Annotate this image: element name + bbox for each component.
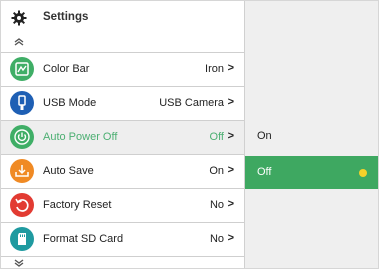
menu-item-factory-reset[interactable]: Factory Reset No > <box>1 188 244 222</box>
sd-card-icon <box>10 227 34 251</box>
menu-item-label: Color Bar <box>43 63 90 75</box>
settings-header: Settings <box>1 1 244 34</box>
menu-item-auto-save[interactable]: Auto Save On > <box>1 154 244 188</box>
divider <box>1 256 244 257</box>
chevron-right-icon: > <box>227 130 234 142</box>
menu-item-label: Format SD Card <box>43 233 124 245</box>
menu-item-value: Iron <box>205 63 224 75</box>
save-download-icon <box>10 159 34 183</box>
submenu-panel: On Off <box>245 1 378 268</box>
menu-item-value: No <box>209 199 224 211</box>
chevron-right-icon: > <box>227 198 234 210</box>
option-label: On <box>257 130 272 142</box>
chevron-right-icon: > <box>227 62 234 74</box>
selected-indicator-icon <box>359 169 367 177</box>
option-on[interactable]: On <box>245 120 378 153</box>
chevron-right-icon: > <box>227 96 234 108</box>
menu-item-format-sd-card[interactable]: Format SD Card No > <box>1 222 244 256</box>
menu-item-label: Factory Reset <box>43 199 112 211</box>
option-off[interactable]: Off <box>245 156 378 189</box>
menu-item-value: USB Camera <box>159 97 224 109</box>
option-label: Off <box>257 166 272 178</box>
settings-menu-panel: Settings Color Bar Iron > USB Mode USB C… <box>1 1 245 268</box>
menu-item-color-bar[interactable]: Color Bar Iron > <box>1 52 244 86</box>
gear-icon <box>11 10 27 26</box>
menu-item-value: Off <box>209 131 224 143</box>
menu-item-usb-mode[interactable]: USB Mode USB Camera > <box>1 86 244 120</box>
menu-item-auto-power-off[interactable]: Auto Power Off Off > <box>1 120 244 154</box>
reset-icon <box>10 193 34 217</box>
menu-item-value: No <box>209 233 224 245</box>
chevron-right-icon: > <box>227 232 234 244</box>
menu-item-label: Auto Save <box>43 165 94 177</box>
menu-item-label: USB Mode <box>43 97 97 109</box>
settings-window: Settings Color Bar Iron > USB Mode USB C… <box>0 0 379 269</box>
power-icon <box>10 125 34 149</box>
menu-item-value: On <box>209 165 224 177</box>
scroll-down-icon[interactable] <box>12 258 26 268</box>
page-title: Settings <box>43 11 89 23</box>
menu-item-label: Auto Power Off <box>43 131 118 143</box>
usb-icon <box>10 91 34 115</box>
chevron-right-icon: > <box>227 164 234 176</box>
palette-icon <box>10 57 34 81</box>
scroll-up-icon[interactable] <box>12 37 26 47</box>
